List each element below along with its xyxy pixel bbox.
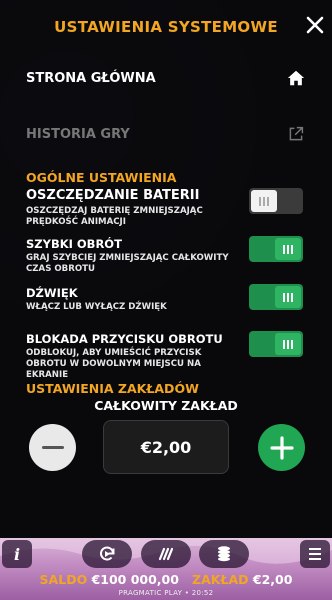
coins-icon: [218, 546, 230, 562]
external-link-icon: [286, 124, 306, 144]
sound-desc: WŁĄCZ LUB WYŁĄCZ DŹWIĘK: [26, 302, 167, 312]
quick-spin-toggle[interactable]: [249, 236, 303, 262]
battery-saver-setting: OSZCZĘDZANIE BATERII OSZCZĘDZAJ BATERIĘ …: [26, 188, 240, 228]
spin-button-lock-desc: ODBLOKUJ, ABY UMIEŚCIĆ PRZYCISK OBROTU W…: [26, 348, 202, 380]
info-button[interactable]: i: [2, 540, 32, 568]
battery-saver-title: OSZCZĘDZANIE BATERII: [26, 188, 200, 203]
quick-spin-title: SZYBKI OBRÓT: [26, 237, 122, 251]
toggle-knob: [275, 238, 301, 260]
balance-display: SALDO €100 000,00 ZAKŁAD €2,00: [0, 572, 332, 587]
battery-saver-toggle[interactable]: [249, 188, 303, 214]
total-bet-value: €2,00: [103, 420, 229, 474]
balance-label: SALDO: [39, 572, 88, 587]
general-settings-title: OGÓLNE USTAWIENIA: [26, 170, 177, 185]
bet-label: ZAKŁAD: [192, 572, 249, 587]
turbo-spin-button[interactable]: [141, 540, 191, 568]
total-bet-label: CAŁKOWITY ZAKŁAD: [94, 398, 238, 413]
settings-title: USTAWIENIA SYSTEMOWE: [54, 18, 278, 36]
toggle-knob: [275, 333, 301, 355]
decrease-bet-button[interactable]: [29, 424, 76, 471]
close-button[interactable]: [304, 14, 326, 36]
sound-toggle[interactable]: [249, 284, 303, 310]
spin-button-lock-title: BLOKADA PRZYCISKU OBROTU: [26, 332, 223, 346]
home-label: STRONA GŁÓWNA: [26, 70, 156, 86]
balance-value: €100 000,00: [91, 572, 179, 587]
battery-saver-desc: OSZCZĘDZAJ BATERIĘ ZMNIEJSZAJĄC PRĘDKOŚĆ…: [26, 206, 203, 227]
autoplay-icon: [100, 546, 115, 561]
increase-bet-button[interactable]: [258, 424, 305, 471]
home-icon: [286, 68, 306, 88]
plus-icon: [269, 435, 294, 460]
bet-value: €2,00: [252, 572, 293, 587]
close-icon: [306, 16, 324, 34]
toggle-knob: [275, 286, 301, 308]
history-link[interactable]: HISTORIA GRY: [26, 122, 306, 146]
home-link[interactable]: STRONA GŁÓWNA: [26, 66, 306, 90]
settings-header: USTAWIENIA SYSTEMOWE: [0, 0, 332, 56]
bet-settings-title: USTAWIENIA ZAKŁADÓW: [26, 381, 199, 396]
spin-button-lock-setting: BLOKADA PRZYCISKU OBROTU ODBLOKUJ, ABY U…: [26, 332, 240, 381]
info-icon: i: [13, 544, 21, 564]
toggle-knob: [251, 190, 277, 212]
quick-spin-desc: GRAJ SZYBCIEJ ZMNIEJSZAJĄC CAŁKOWITY CZA…: [26, 253, 229, 274]
spin-button-lock-toggle[interactable]: [249, 331, 303, 357]
provider-footer: PRAGMATIC PLAY • 20:52: [118, 589, 214, 597]
quick-spin-setting: SZYBKI OBRÓT GRAJ SZYBCIEJ ZMNIEJSZAJĄC …: [26, 237, 240, 275]
sound-title: DŹWIĘK: [26, 286, 78, 300]
menu-icon: [309, 548, 321, 550]
bet-settings-button[interactable]: [199, 540, 249, 568]
menu-button[interactable]: [300, 540, 330, 568]
minus-icon: [41, 446, 64, 449]
autoplay-button[interactable]: [82, 540, 132, 568]
turbo-icon: [158, 547, 174, 561]
settings-panel: USTAWIENIA SYSTEMOWE STRONA GŁÓWNA HISTO…: [0, 0, 332, 538]
sound-setting: DŹWIĘK WŁĄCZ LUB WYŁĄCZ DŹWIĘK: [26, 286, 240, 313]
history-label: HISTORIA GRY: [26, 126, 130, 142]
